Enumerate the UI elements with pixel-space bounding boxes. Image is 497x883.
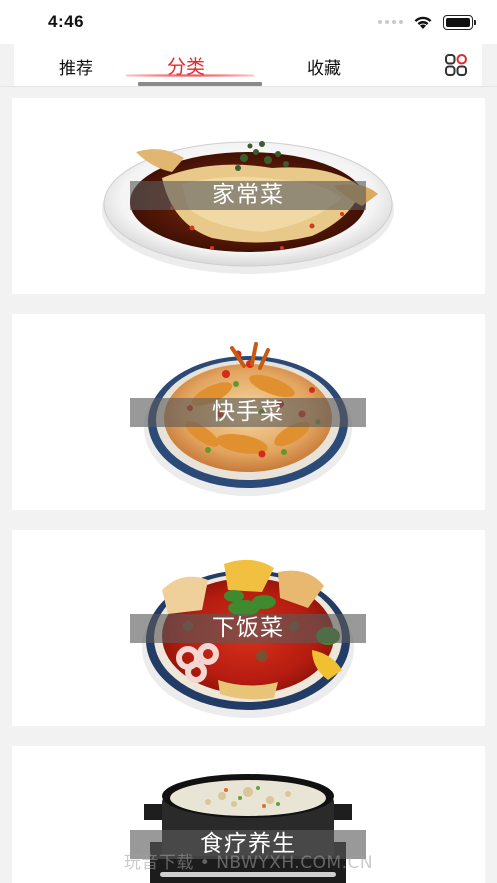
- cellular-signal-icon: [378, 20, 403, 24]
- tab-recommend[interactable]: 推荐: [36, 54, 116, 79]
- tab-favorite[interactable]: 收藏: [284, 54, 364, 79]
- status-bar: 4:46: [0, 0, 497, 44]
- category-label: 下饭菜: [130, 614, 366, 643]
- category-card-quick[interactable]: 快手菜: [12, 314, 485, 510]
- category-label: 家常菜: [130, 181, 366, 210]
- battery-icon: [443, 14, 476, 30]
- header-divider: [0, 86, 497, 87]
- status-icons: [378, 13, 476, 31]
- home-indicator[interactable]: [160, 872, 336, 877]
- grid-menu-button[interactable]: [430, 44, 482, 86]
- wifi-icon: [414, 16, 432, 29]
- status-time: 4:46: [48, 12, 85, 31]
- tab-category[interactable]: 分类: [146, 52, 226, 79]
- category-card-home-style[interactable]: 家常菜: [12, 98, 485, 294]
- category-label: 快手菜: [130, 398, 366, 427]
- grid-apps-icon: [445, 54, 467, 76]
- tab-bar: 推荐 分类 收藏: [14, 44, 430, 86]
- watermark: 玩音下载 • NBWYXH.COM.CN: [123, 853, 374, 873]
- category-card-rice-dishes[interactable]: 下饭菜: [12, 530, 485, 726]
